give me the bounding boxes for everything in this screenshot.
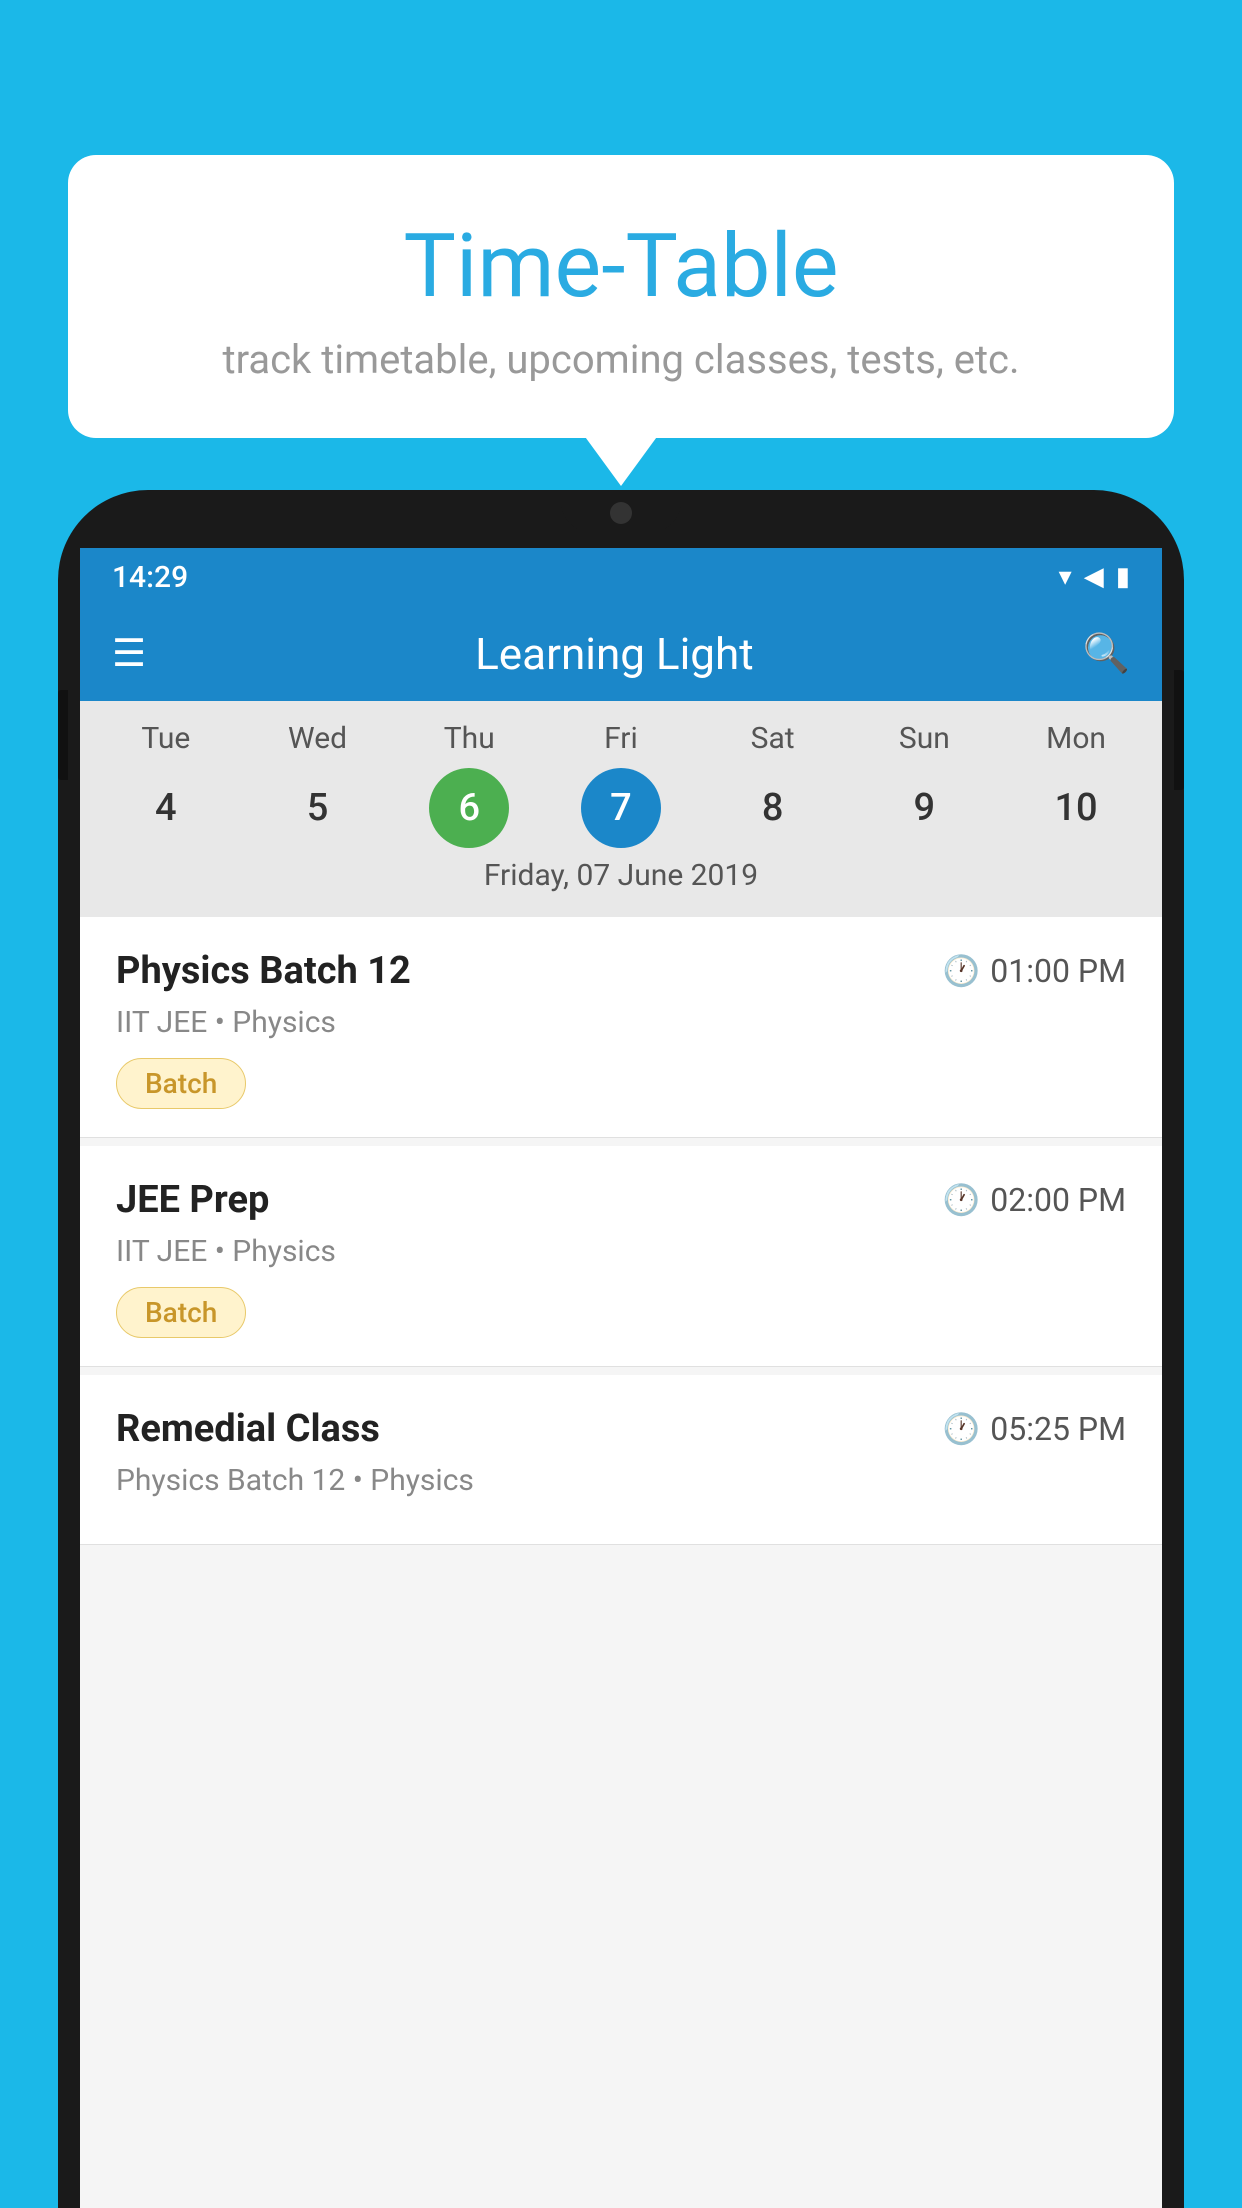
clock-icon-2: 🕐 <box>943 1183 980 1218</box>
class-time-3: 🕐 05:25 PM <box>943 1410 1126 1448</box>
class-row-top-2: JEE Prep 🕐 02:00 PM <box>116 1178 1126 1222</box>
app-bar: ☰ Learning Light 🔍 <box>80 606 1162 701</box>
batch-badge-1: Batch <box>116 1058 246 1109</box>
day-label-wed: Wed <box>278 721 358 756</box>
day-6-today[interactable]: 6 <box>429 768 509 848</box>
tooltip-subtitle: track timetable, upcoming classes, tests… <box>118 336 1124 383</box>
status-time: 14:29 <box>112 560 188 595</box>
side-button-left <box>58 690 68 780</box>
day-5[interactable]: 5 <box>278 768 358 848</box>
class-item-jee-prep[interactable]: JEE Prep 🕐 02:00 PM IIT JEE • Physics Ba… <box>80 1146 1162 1367</box>
class-time-text-2: 02:00 PM <box>990 1181 1126 1219</box>
class-item-physics-batch-12[interactable]: Physics Batch 12 🕐 01:00 PM IIT JEE • Ph… <box>80 917 1162 1138</box>
day-label-thu: Thu <box>429 721 509 756</box>
batch-badge-2: Batch <box>116 1287 246 1338</box>
class-subject-1: IIT JEE • Physics <box>116 1005 1126 1040</box>
day-4[interactable]: 4 <box>126 768 206 848</box>
class-name-1: Physics Batch 12 <box>116 949 411 993</box>
calendar-strip: Tue Wed Thu Fri Sat Sun Mon 4 5 6 7 8 9 … <box>80 701 1162 917</box>
day-labels: Tue Wed Thu Fri Sat Sun Mon <box>80 721 1162 756</box>
class-time-text-1: 01:00 PM <box>990 952 1126 990</box>
phone-screen: 14:29 ▾ ◀ ▮ ☰ Learning Light 🔍 Tue Wed T… <box>80 548 1162 2208</box>
class-time-text-3: 05:25 PM <box>990 1410 1126 1448</box>
phone-notch <box>561 490 681 532</box>
day-label-sun: Sun <box>884 721 964 756</box>
side-button-right <box>1174 670 1184 790</box>
selected-date-label: Friday, 07 June 2019 <box>80 848 1162 907</box>
day-label-mon: Mon <box>1036 721 1116 756</box>
class-row-top-3: Remedial Class 🕐 05:25 PM <box>116 1407 1126 1451</box>
clock-icon-3: 🕐 <box>943 1412 980 1447</box>
phone-mockup: 14:29 ▾ ◀ ▮ ☰ Learning Light 🔍 Tue Wed T… <box>58 490 1184 2208</box>
clock-icon-1: 🕐 <box>943 954 980 989</box>
status-bar: 14:29 ▾ ◀ ▮ <box>80 548 1162 606</box>
day-8[interactable]: 8 <box>733 768 813 848</box>
day-numbers: 4 5 6 7 8 9 10 <box>80 768 1162 848</box>
app-bar-title: Learning Light <box>178 628 1051 680</box>
class-row-top-1: Physics Batch 12 🕐 01:00 PM <box>116 949 1126 993</box>
day-label-fri: Fri <box>581 721 661 756</box>
class-item-remedial[interactable]: Remedial Class 🕐 05:25 PM Physics Batch … <box>80 1375 1162 1545</box>
class-subject-3: Physics Batch 12 • Physics <box>116 1463 1126 1498</box>
class-subject-2: IIT JEE • Physics <box>116 1234 1126 1269</box>
day-label-tue: Tue <box>126 721 206 756</box>
day-9[interactable]: 9 <box>884 768 964 848</box>
battery-icon: ▮ <box>1116 562 1130 592</box>
class-name-3: Remedial Class <box>116 1407 380 1451</box>
status-icons: ▾ ◀ ▮ <box>1059 562 1130 592</box>
class-time-2: 🕐 02:00 PM <box>943 1181 1126 1219</box>
class-list: Physics Batch 12 🕐 01:00 PM IIT JEE • Ph… <box>80 917 1162 1553</box>
tooltip-title: Time-Table <box>118 215 1124 318</box>
signal-icon: ◀ <box>1084 562 1104 592</box>
wifi-icon: ▾ <box>1059 562 1072 592</box>
day-10[interactable]: 10 <box>1036 768 1116 848</box>
search-icon[interactable]: 🔍 <box>1083 632 1130 676</box>
phone-camera <box>610 502 632 524</box>
tooltip-card: Time-Table track timetable, upcoming cla… <box>68 155 1174 438</box>
hamburger-icon[interactable]: ☰ <box>112 631 146 676</box>
class-name-2: JEE Prep <box>116 1178 269 1222</box>
day-7-selected[interactable]: 7 <box>581 768 661 848</box>
day-label-sat: Sat <box>733 721 813 756</box>
class-time-1: 🕐 01:00 PM <box>943 952 1126 990</box>
